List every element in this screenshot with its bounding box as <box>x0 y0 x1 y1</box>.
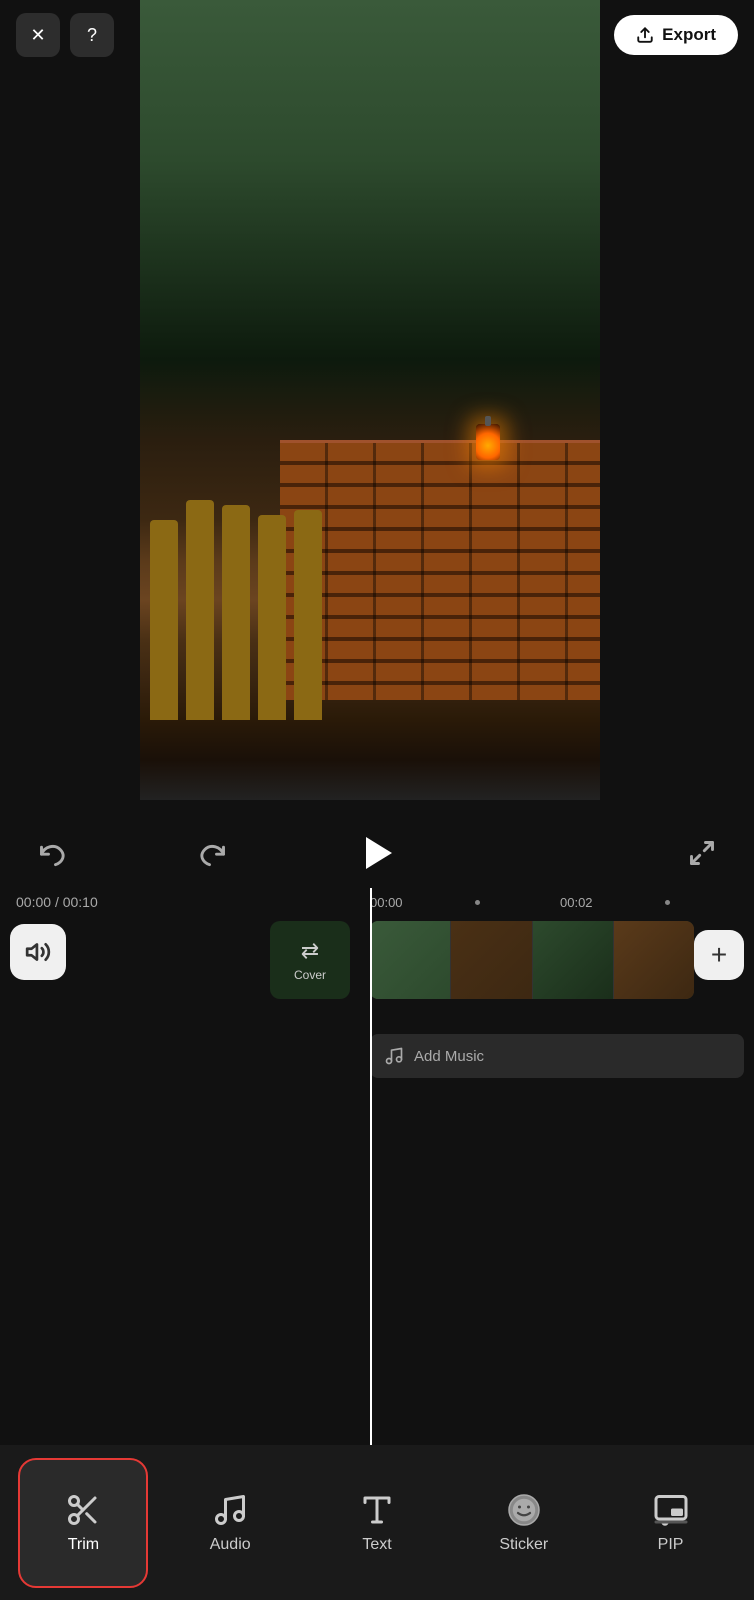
controls-bar <box>0 818 754 888</box>
help-icon: ? <box>87 25 97 46</box>
trim-tool[interactable]: Trim <box>18 1458 148 1588</box>
export-icon <box>636 26 654 44</box>
close-icon: ✕ <box>30 25 45 46</box>
video-background <box>140 0 600 800</box>
undo-button[interactable] <box>30 831 74 875</box>
spacer <box>519 831 563 875</box>
top-bar: ✕ ? Export <box>0 0 754 70</box>
audio-label: Audio <box>210 1536 251 1554</box>
undo-icon <box>38 839 66 867</box>
top-left-buttons: ✕ ? <box>16 13 114 57</box>
volume-icon <box>25 939 51 965</box>
volume-button[interactable] <box>10 924 66 980</box>
fence-post-1 <box>150 520 178 720</box>
dot-marker-1 <box>475 900 480 905</box>
text-tool[interactable]: Text <box>312 1458 442 1588</box>
sticker-tool[interactable]: Sticker <box>459 1458 589 1588</box>
dot-marker-2 <box>665 900 670 905</box>
add-clip-button[interactable]: + <box>694 930 744 980</box>
pip-icon <box>653 1492 689 1528</box>
trim-label: Trim <box>68 1536 99 1554</box>
cover-swap-icon: ⇄ <box>301 938 319 964</box>
video-strip[interactable] <box>370 921 694 999</box>
sticker-icon <box>506 1492 542 1528</box>
redo-button[interactable] <box>191 831 235 875</box>
pip-label: PIP <box>658 1536 684 1554</box>
music-note-icon <box>384 1046 404 1066</box>
timeline-section: 00:00 / 00:10 00:00 00:02 ⇄ Cover <box>0 888 754 1445</box>
fence-post-3 <box>222 505 250 720</box>
add-music-label: Add Music <box>414 1048 484 1065</box>
cover-thumbnail[interactable]: ⇄ Cover <box>270 921 350 999</box>
close-button[interactable]: ✕ <box>16 13 60 57</box>
text-label: Text <box>362 1536 391 1554</box>
cover-label: Cover <box>294 968 326 982</box>
text-t-icon <box>359 1492 395 1528</box>
time-markers: 00:00 00:02 <box>0 888 754 916</box>
redo-icon <box>199 839 227 867</box>
sticker-label: Sticker <box>499 1536 548 1554</box>
export-button[interactable]: Export <box>614 15 738 55</box>
fence-post-4 <box>258 515 286 720</box>
video-preview <box>140 0 600 800</box>
timeline-tracks: ⇄ Cover + Add Music <box>0 916 754 1006</box>
strip-frame-4 <box>614 921 694 999</box>
bottom-toolbar: Trim Audio Text Sticker <box>0 1445 754 1600</box>
fence-post-2 <box>186 500 214 720</box>
trim-scissors-icon <box>65 1492 101 1528</box>
time-marker-0: 00:00 <box>370 895 403 910</box>
strip-frame-1 <box>370 921 451 999</box>
fullscreen-button[interactable] <box>680 831 724 875</box>
strip-frame-3 <box>533 921 614 999</box>
audio-tool[interactable]: Audio <box>165 1458 295 1588</box>
time-marker-2: 00:02 <box>560 895 593 910</box>
plus-icon: + <box>711 939 727 971</box>
help-button[interactable]: ? <box>70 13 114 57</box>
fullscreen-icon <box>688 839 716 867</box>
audio-note-icon <box>212 1492 248 1528</box>
timeline-playhead <box>370 888 372 1445</box>
export-label: Export <box>662 25 716 45</box>
wooden-fence <box>150 480 350 720</box>
add-music-row[interactable]: Add Music <box>370 1034 744 1078</box>
fence-post-5 <box>294 510 322 720</box>
play-icon <box>366 837 392 869</box>
strip-frame-2 <box>451 921 532 999</box>
lantern <box>476 424 500 460</box>
pip-tool[interactable]: PIP <box>606 1458 736 1588</box>
play-button[interactable] <box>352 828 402 878</box>
